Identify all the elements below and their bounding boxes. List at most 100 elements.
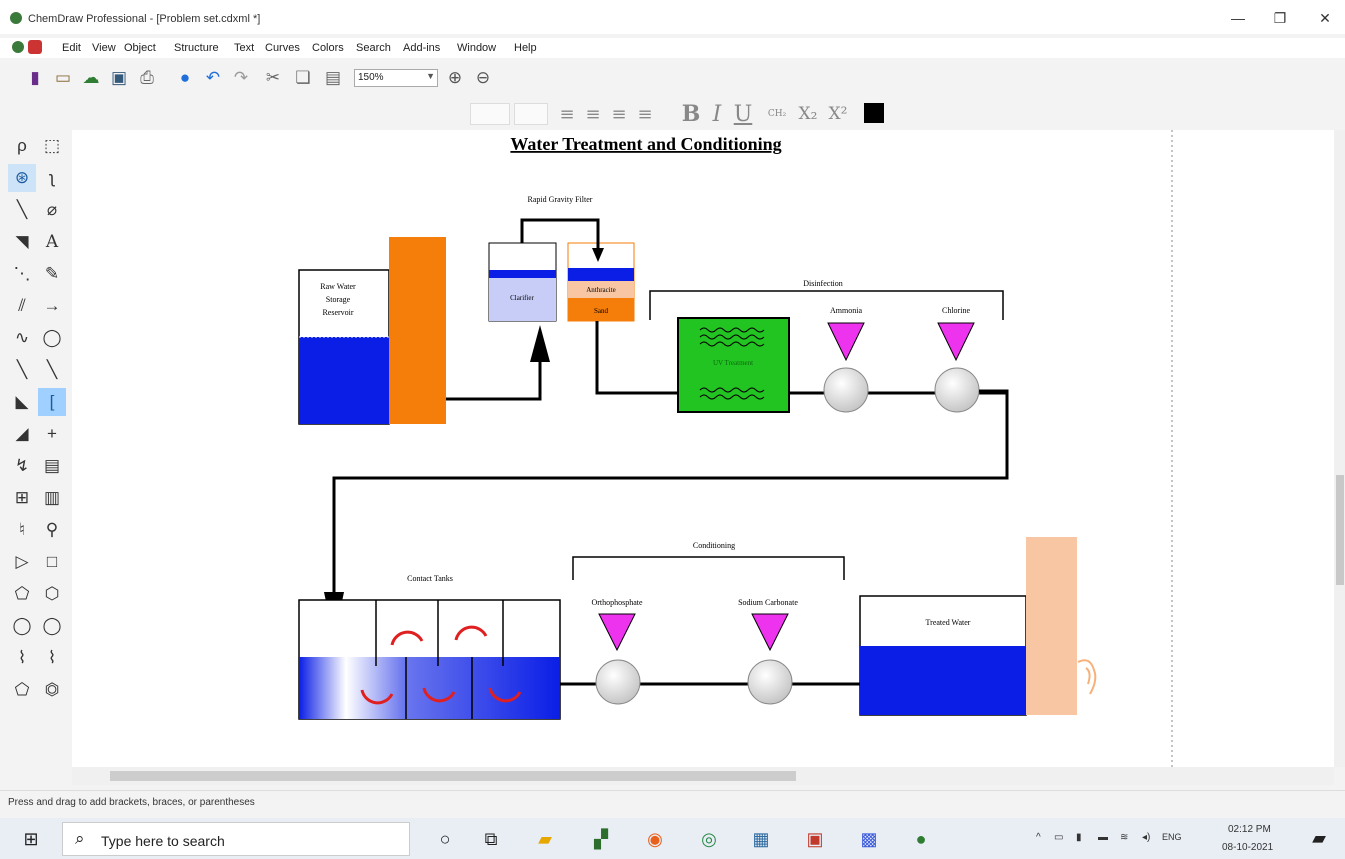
menu-structure[interactable]: Structure <box>174 42 219 54</box>
structure-perspective-icon[interactable]: ⊛ <box>8 164 36 192</box>
align-left-icon[interactable]: ≡ <box>556 103 578 125</box>
cyclopentane-icon[interactable]: ⬠ <box>8 580 36 608</box>
eraser-icon[interactable]: ⌀ <box>38 196 66 224</box>
chemdraw-taskbar-icon[interactable]: ● <box>908 827 934 851</box>
help-icon[interactable]: ● <box>174 67 196 89</box>
clock-date[interactable]: 08-10-2021 <box>1222 842 1273 853</box>
font-size-select[interactable] <box>514 103 548 125</box>
calculator-icon[interactable]: ▦ <box>748 827 774 851</box>
maximize-button[interactable]: ❐ <box>1260 6 1300 30</box>
text-color-swatch[interactable] <box>864 103 884 123</box>
wavy-bond-icon[interactable]: ∿ <box>8 324 36 352</box>
zoom-out-icon[interactable]: ⊖ <box>472 67 494 89</box>
taskbar-search-input[interactable]: ⌕ Type here to search <box>62 822 410 856</box>
cyclooctane-icon[interactable]: ◯ <box>38 612 66 640</box>
text-tool-icon[interactable]: A <box>38 228 66 256</box>
solvent-icon[interactable]: ʅ <box>38 164 66 192</box>
cortana-icon[interactable]: ○ <box>432 827 458 851</box>
document-canvas[interactable]: Water Treatment and Conditioning Raw Wat… <box>72 130 1334 767</box>
pen-tool-icon[interactable]: ✎ <box>38 260 66 288</box>
vertical-scroll-thumb[interactable] <box>1336 475 1344 585</box>
arrow-tool-icon[interactable]: → <box>38 292 66 320</box>
align-center-icon[interactable]: ≡ <box>582 103 604 125</box>
powerpoint-icon[interactable]: ▣ <box>802 827 828 851</box>
zoom-in-icon[interactable]: ⊕ <box>444 67 466 89</box>
clock-time[interactable]: 02:12 PM <box>1228 824 1271 835</box>
menu-colors[interactable]: Colors <box>312 42 344 54</box>
chair-icon[interactable]: ⌇ <box>8 644 36 672</box>
windows-start-icon[interactable]: ⊞ <box>18 827 44 851</box>
open-online-icon[interactable]: ☁ <box>80 67 102 89</box>
benzene-icon[interactable]: ⏣ <box>38 676 66 704</box>
square-icon[interactable]: □ <box>38 548 66 576</box>
file-explorer-icon[interactable]: ▰ <box>532 827 558 851</box>
tray-chevron-icon[interactable]: ^ <box>1036 832 1041 843</box>
stamp-icon[interactable]: ⚲ <box>38 516 66 544</box>
horizontal-scroll-thumb[interactable] <box>110 771 796 781</box>
hollow-wedge-icon[interactable]: ◢ <box>8 420 36 448</box>
task-view-icon[interactable]: ⧉ <box>478 827 504 851</box>
tray-mic-icon[interactable]: ▮ <box>1076 832 1082 843</box>
paste-icon[interactable]: ▤ <box>322 67 344 89</box>
minimize-button[interactable]: — <box>1218 6 1258 30</box>
lasso-icon[interactable]: ρ <box>8 132 36 160</box>
bold-bond-icon[interactable]: ╲ <box>8 356 36 384</box>
query-icon[interactable]: ♮ <box>8 516 36 544</box>
justify-icon[interactable]: ≡ <box>634 103 656 125</box>
print-icon[interactable]: ⎙ <box>136 67 158 89</box>
cycloheptane-icon[interactable]: ◯ <box>8 612 36 640</box>
save-icon[interactable]: ▣ <box>108 67 130 89</box>
menu-add-ins[interactable]: Add-ins <box>403 42 440 54</box>
tlc-plate-icon[interactable]: ▥ <box>38 484 66 512</box>
tray-network-icon[interactable]: ▭ <box>1054 832 1063 843</box>
menu-window[interactable]: Window <box>457 42 496 54</box>
vertical-scrollbar[interactable] <box>1334 130 1345 767</box>
app-icon-green[interactable]: ▞ <box>588 827 614 851</box>
underline-button[interactable]: U <box>732 102 754 127</box>
menu-edit[interactable]: Edit <box>62 42 81 54</box>
cut-icon[interactable]: ✂ <box>262 67 284 89</box>
document-menu-icon[interactable] <box>28 40 42 54</box>
notifications-icon[interactable]: ▰ <box>1306 826 1332 850</box>
app-menu-icon[interactable] <box>12 41 24 53</box>
menu-curves[interactable]: Curves <box>265 42 300 54</box>
template-icon[interactable]: ▤ <box>38 452 66 480</box>
cyclopentadiene-icon[interactable]: ⬠ <box>8 676 36 704</box>
cyclohexane-icon[interactable]: ⬡ <box>38 580 66 608</box>
copy-icon[interactable]: ❏ <box>292 67 314 89</box>
marquee-icon[interactable]: ⬚ <box>38 132 66 160</box>
redo-icon[interactable]: ↷ <box>230 67 252 89</box>
menu-view[interactable]: View <box>92 42 116 54</box>
chrome-icon[interactable]: ◎ <box>696 827 722 851</box>
menu-text[interactable]: Text <box>234 42 254 54</box>
bold-wedge-icon[interactable]: ◣ <box>8 388 36 416</box>
chain-icon[interactable]: ↯ <box>8 452 36 480</box>
bond-icon[interactable]: ╲ <box>8 196 36 224</box>
font-select[interactable] <box>470 103 510 125</box>
chair-alt-icon[interactable]: ⌇ <box>38 644 66 672</box>
charge-icon[interactable]: + <box>38 420 66 448</box>
subscript-button[interactable]: X₂ <box>796 103 820 125</box>
firefox-icon[interactable]: ◉ <box>642 827 668 851</box>
triangle-icon[interactable]: ▷ <box>8 548 36 576</box>
open-folder-icon[interactable]: ▭ <box>52 67 74 89</box>
tray-volume-icon[interactable]: ◂) <box>1142 832 1150 843</box>
tray-wifi-icon[interactable]: ≋ <box>1120 832 1128 843</box>
chemical-style-icon[interactable]: CH₂ <box>766 103 788 125</box>
undo-icon[interactable]: ↶ <box>202 67 224 89</box>
dashed-bond-icon[interactable]: ⋱ <box>8 260 36 288</box>
align-right-icon[interactable]: ≡ <box>608 103 630 125</box>
hashed-bond-icon[interactable]: ⫽ <box>8 292 36 320</box>
italic-button[interactable]: I <box>706 102 728 127</box>
wedge-bond-icon[interactable]: ◥ <box>8 228 36 256</box>
menu-object[interactable]: Object <box>124 42 156 54</box>
tray-battery-icon[interactable]: ▬ <box>1098 832 1108 843</box>
teams-icon[interactable]: ▩ <box>856 827 882 851</box>
zoom-select[interactable]: 150% ▼ <box>354 69 438 87</box>
language-indicator[interactable]: ENG <box>1162 832 1182 842</box>
menu-search[interactable]: Search <box>356 42 391 54</box>
bracket-tool-icon[interactable]: [ <box>38 388 66 416</box>
menu-help[interactable]: Help <box>514 42 537 54</box>
table-icon[interactable]: ⊞ <box>8 484 36 512</box>
superscript-button[interactable]: X² <box>826 103 850 125</box>
